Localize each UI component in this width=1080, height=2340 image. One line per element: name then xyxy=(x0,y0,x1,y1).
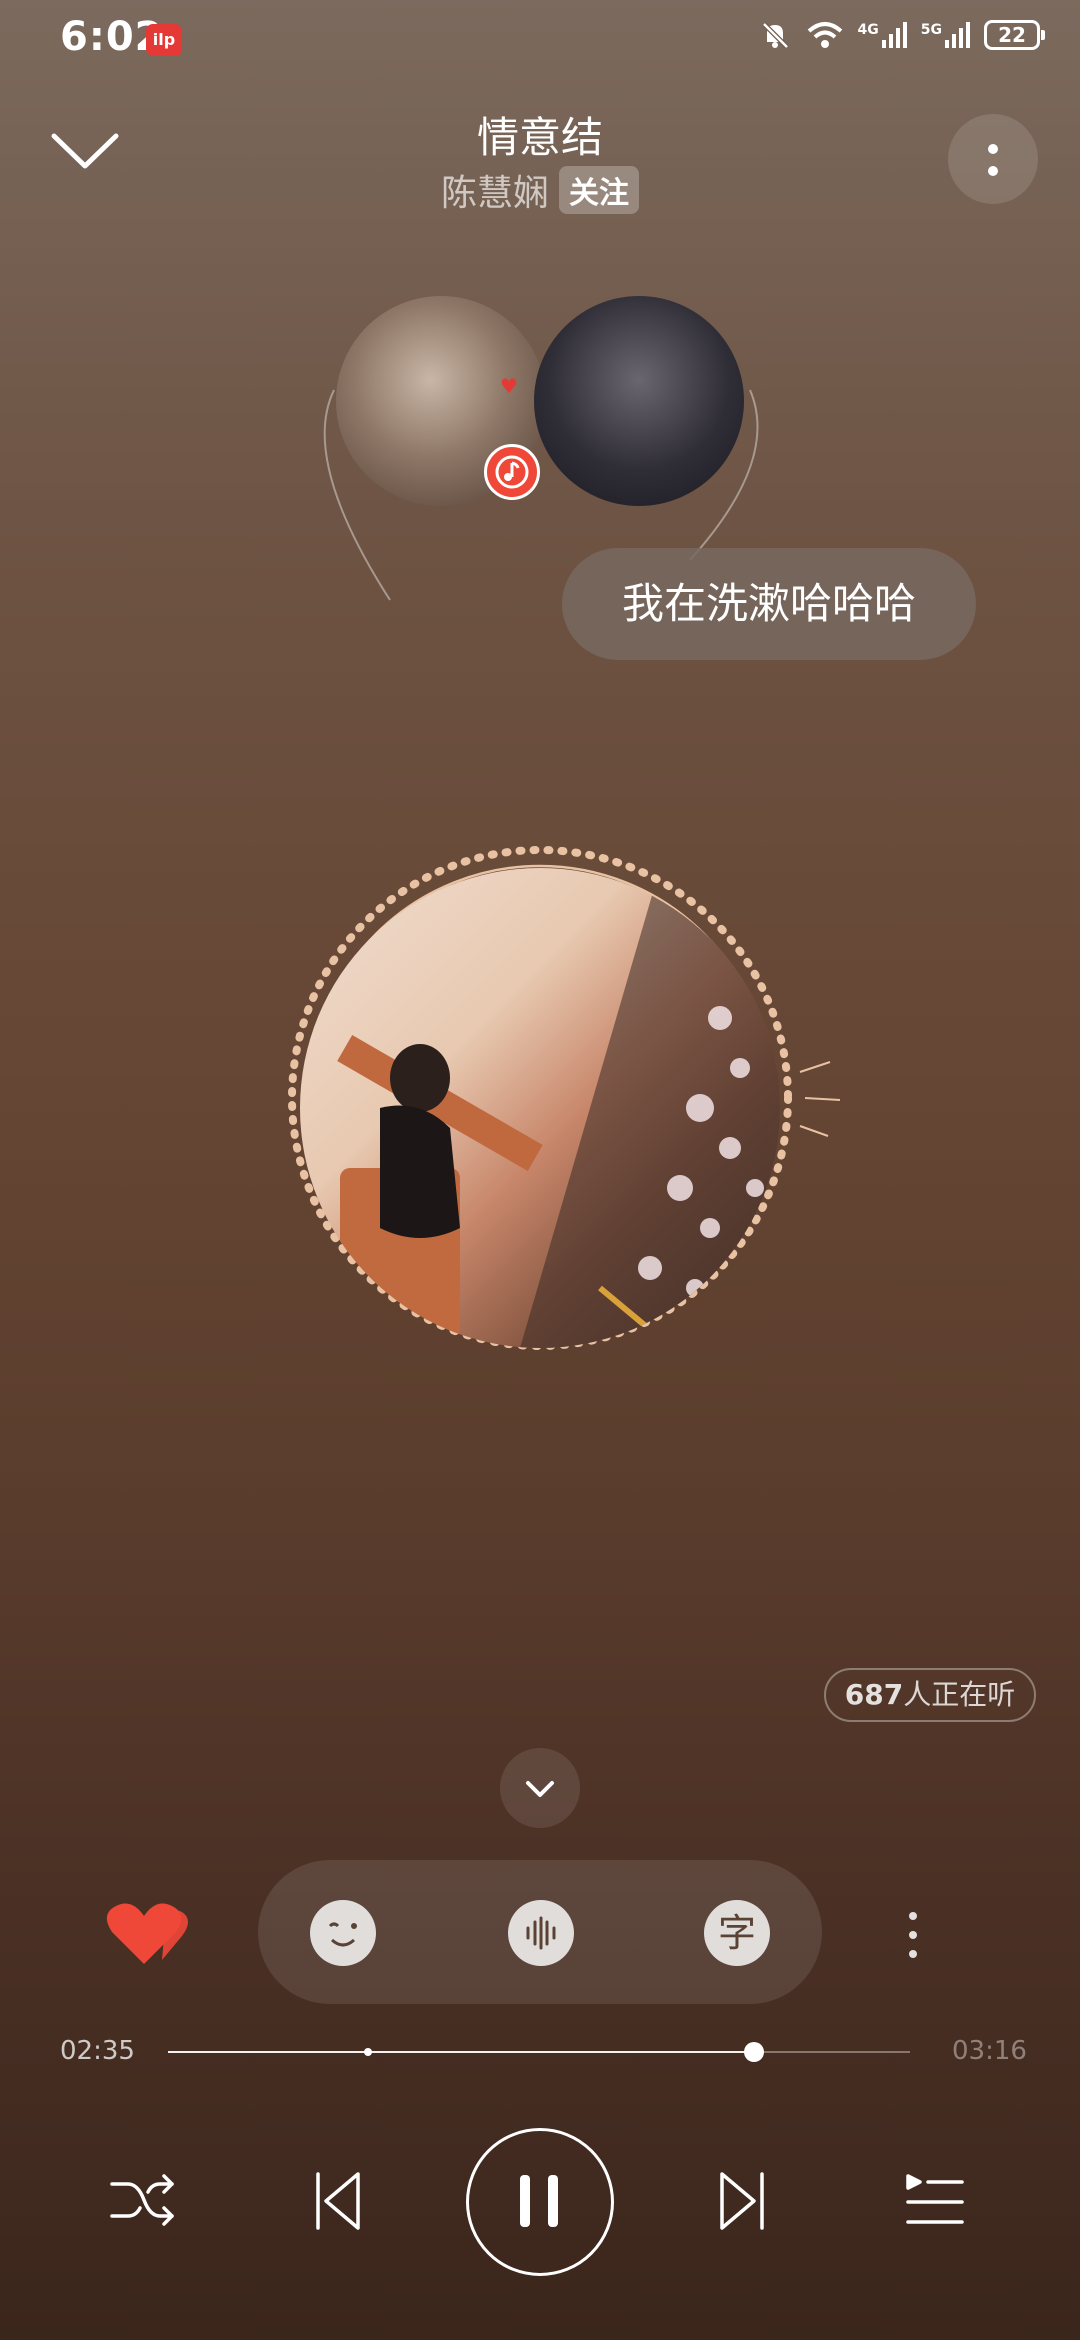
current-time: 02:35 xyxy=(60,2036,135,2066)
app-notification-icon: ilp xyxy=(146,24,182,56)
progress-marker xyxy=(364,2048,373,2056)
sound-wave-icon[interactable] xyxy=(508,1900,574,1966)
signal-5g-icon: 5G xyxy=(921,22,970,48)
more-dot xyxy=(988,166,998,176)
progress-slider[interactable] xyxy=(168,2042,910,2062)
progress-thumb[interactable] xyxy=(744,2042,765,2062)
heart-small-icon: ♥ xyxy=(500,374,518,398)
playlist-icon[interactable] xyxy=(904,2172,966,2230)
expand-panel-button[interactable] xyxy=(500,1748,580,1828)
avatar-friend[interactable] xyxy=(534,296,744,506)
status-icons: 4G 5G 22 xyxy=(758,18,1045,52)
shuffle-icon[interactable] xyxy=(108,2170,178,2232)
more-vertical-icon xyxy=(988,144,998,154)
chevron-down-icon xyxy=(526,1781,554,1797)
more-options-button[interactable] xyxy=(948,114,1038,204)
music-note-icon xyxy=(484,444,540,500)
listener-label: 人正在听 xyxy=(903,1678,1016,1711)
tool-bar: 字 xyxy=(258,1860,822,2004)
total-time: 03:16 xyxy=(952,2036,1027,2066)
wifi-icon xyxy=(807,22,842,48)
next-icon[interactable] xyxy=(716,2170,768,2232)
heart-icon[interactable] xyxy=(104,1900,190,1970)
previous-icon[interactable] xyxy=(312,2170,364,2232)
more-dot xyxy=(909,1931,917,1939)
album-cover[interactable] xyxy=(300,868,780,1348)
more-dot xyxy=(909,1912,917,1920)
song-title: 情意结 xyxy=(476,113,603,162)
listener-count-badge[interactable]: 687人正在听 xyxy=(824,1668,1036,1722)
mute-bell-icon xyxy=(761,22,789,49)
signal-4g-icon: 4G xyxy=(858,22,907,48)
pause-button[interactable] xyxy=(466,2128,614,2276)
listener-count: 687 xyxy=(844,1678,904,1711)
more-vertical-icon[interactable] xyxy=(898,1900,928,1970)
progress-fill xyxy=(168,2051,755,2053)
pause-icon xyxy=(520,2175,558,2227)
comment-bubble: 我在洗漱哈哈哈 xyxy=(562,548,976,660)
artist-name[interactable]: 陈慧娴 xyxy=(441,164,549,216)
more-dot xyxy=(909,1950,917,1958)
wink-face-icon[interactable] xyxy=(310,1900,376,1966)
follow-button[interactable]: 关注 xyxy=(559,166,639,214)
lyrics-icon[interactable]: 字 xyxy=(704,1900,770,1966)
album-cover-artwork xyxy=(337,868,780,1348)
battery-icon: 22 xyxy=(984,20,1045,50)
artist-row: 陈慧娴 关注 xyxy=(0,164,1080,216)
